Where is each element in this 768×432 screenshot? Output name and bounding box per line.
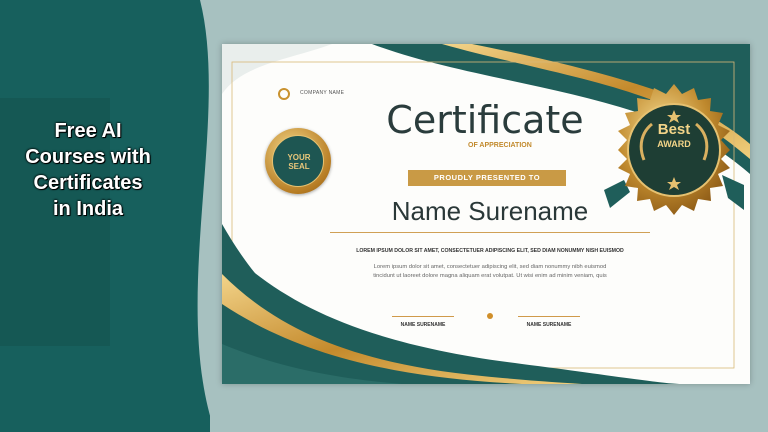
description-heading: LOREM IPSUM DOLOR SIT AMET, CONSECTETUER… — [356, 248, 624, 254]
award-badge-icon — [604, 84, 744, 215]
description-body: Lorem ipsum dolor sit amet, consectetuer… — [328, 263, 652, 281]
name-underline — [330, 232, 650, 233]
signature-line-right — [518, 316, 580, 317]
company-logo-icon — [278, 88, 290, 100]
badge-best-label: Best — [657, 121, 691, 138]
award-badge-text: Best AWARD — [636, 122, 712, 150]
signature-label-left: NAME SURENAME — [400, 322, 446, 328]
banner-title-line: in India — [53, 198, 123, 220]
seal-line: YOUR — [287, 153, 311, 162]
certificate-title: Certificate — [386, 98, 584, 142]
description-line: Lorem ipsum dolor sit amet, consectetuer… — [373, 264, 607, 270]
banner-title-line: Courses with — [25, 146, 151, 168]
description-line: tincidunt ut laoreet dolore magna aliqua… — [373, 273, 607, 279]
banner-title-line: Free AI — [54, 120, 122, 142]
presented-banner: PROUDLY PRESENTED TO — [408, 170, 566, 186]
banner-title-line: Certificates — [33, 172, 143, 194]
company-name: COMPANY NAME — [300, 90, 345, 96]
signature-divider-dot — [487, 313, 493, 319]
recipient-name: Name Surename — [391, 196, 589, 226]
badge-award-label: AWARD — [657, 139, 691, 149]
banner-title: Free AI Courses with Certificates in Ind… — [8, 118, 168, 222]
certificate-subtitle: OF APPRECIATION — [468, 142, 532, 149]
seal-line: SEAL — [288, 162, 310, 171]
seal-text: YOUR SEAL — [273, 153, 325, 171]
signature-label-right: NAME SURENAME — [526, 322, 572, 328]
signature-line-left — [392, 316, 454, 317]
seal-inner: YOUR SEAL — [272, 135, 324, 187]
seal-icon: YOUR SEAL — [265, 128, 331, 194]
